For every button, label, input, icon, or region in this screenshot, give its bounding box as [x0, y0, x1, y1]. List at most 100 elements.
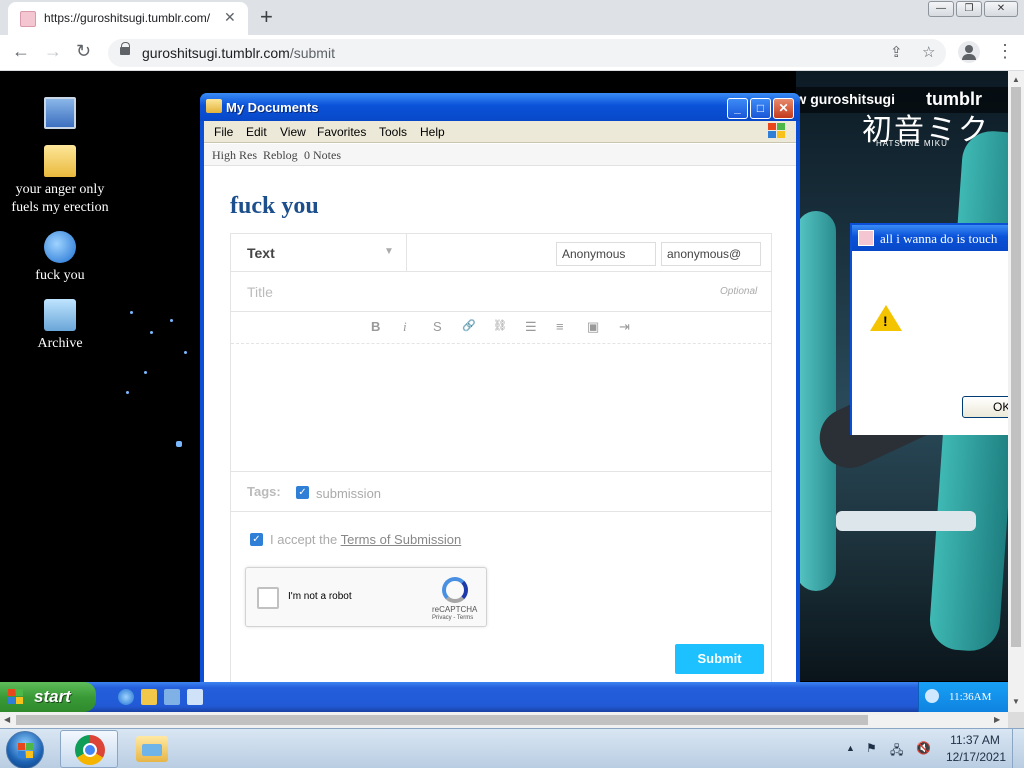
reblog-link[interactable]: Reblog — [263, 148, 298, 163]
lock-icon[interactable] — [120, 42, 130, 57]
ie-quicklaunch-icon[interactable] — [118, 689, 134, 705]
address-bar[interactable]: guroshitsugi.tumblr.com/submit ⇪ ☆ — [108, 39, 946, 67]
desktop-icon-fuck-you[interactable]: fuck you — [5, 231, 115, 285]
share-icon[interactable]: ⇪ — [890, 43, 903, 61]
dialog-title-bar[interactable]: all i wanna do is touch — [852, 225, 1008, 251]
read-more-icon[interactable]: ⇥ — [619, 319, 630, 335]
vertical-scrollbar[interactable]: ▲ ▼ — [1008, 71, 1024, 712]
notes-link[interactable]: 0 Notes — [304, 148, 341, 163]
windows-flag-icon — [8, 689, 24, 705]
desktop-icon-anger[interactable]: your anger only fuels my erection — [5, 145, 115, 217]
favicon-icon — [20, 11, 36, 27]
recaptcha-privacy-links[interactable]: Privacy - Terms — [432, 615, 473, 621]
menu-file[interactable]: File — [214, 125, 233, 139]
start-label: start — [34, 687, 71, 706]
insert-image-icon[interactable]: ▣ — [587, 319, 599, 335]
taskbar-time[interactable]: 11:37 AM — [948, 733, 1002, 747]
scroll-left-icon[interactable]: ◀ — [4, 715, 10, 724]
warning-mark: ! — [883, 313, 888, 329]
dialog-title: all i wanna do is touch — [880, 231, 998, 246]
window-quicklaunch-icon[interactable] — [187, 689, 203, 705]
scroll-down-icon[interactable]: ▼ — [1012, 697, 1020, 706]
desktop-quicklaunch-icon[interactable] — [164, 689, 180, 705]
minimize-button[interactable]: _ — [727, 98, 748, 119]
network-icon[interactable]: 🖧 — [890, 741, 903, 762]
high-res-link[interactable]: High Res — [212, 148, 257, 163]
terms-link[interactable]: Terms of Submission — [341, 532, 462, 547]
taskbar-explorer-button[interactable] — [122, 730, 180, 768]
taskbar-date[interactable]: 12/17/2021 — [944, 750, 1008, 764]
start-orb[interactable] — [6, 731, 44, 768]
reload-button[interactable]: ↻ — [76, 41, 91, 62]
browser-tab[interactable]: https://guroshitsugi.tumblr.com/ ✕ — [8, 2, 248, 35]
unlink-icon[interactable]: ⛓ — [493, 319, 507, 332]
forward-button[interactable]: → — [44, 41, 62, 62]
link-icon[interactable]: 🔗 — [462, 319, 476, 332]
new-tab-button[interactable]: + — [260, 4, 273, 30]
name-field[interactable]: Anonymous — [556, 242, 656, 266]
recaptcha-brand: reCAPTCHA — [432, 605, 478, 614]
horizontal-scroll-thumb[interactable] — [16, 715, 868, 725]
recaptcha-checkbox[interactable] — [257, 587, 279, 609]
close-button[interactable]: ✕ — [773, 98, 794, 119]
bookmark-star-icon[interactable]: ☆ — [922, 43, 935, 61]
tag-checkbox[interactable]: ✓ — [296, 486, 309, 499]
menu-favorites[interactable]: Favorites — [317, 125, 366, 139]
menu-edit[interactable]: Edit — [246, 125, 267, 139]
bullet-list-icon[interactable]: ≡ — [556, 319, 564, 334]
show-desktop-button[interactable] — [1012, 729, 1024, 768]
window-minimize-button[interactable]: — — [928, 1, 954, 17]
italic-button[interactable]: i — [403, 319, 407, 335]
scroll-up-icon[interactable]: ▲ — [1012, 75, 1020, 84]
optional-label: Optional — [720, 286, 758, 297]
desktop-icon-label: your anger only fuels my erection — [11, 182, 109, 215]
tag-submission[interactable]: submission — [316, 486, 381, 501]
scroll-right-icon[interactable]: ▶ — [994, 715, 1000, 724]
screen: https://guroshitsugi.tumblr.com/ ✕ + — ❐… — [0, 0, 1024, 768]
recaptcha-label: I'm not a robot — [288, 591, 352, 602]
accept-terms-checkbox[interactable]: ✓ — [250, 533, 263, 546]
window-body: File Edit View Favorites Tools Help High… — [204, 121, 796, 693]
volume-muted-icon[interactable]: 🔇 — [916, 741, 931, 755]
clock-quicklaunch-icon[interactable] — [141, 689, 157, 705]
chrome-icon — [75, 735, 105, 765]
horizontal-scrollbar[interactable]: ◀ ▶ — [0, 712, 1008, 728]
taskbar-chrome-button[interactable] — [60, 730, 118, 768]
submission-form: Text ▼ Anonymous anonymous@ Title Option… — [230, 233, 772, 693]
ok-button[interactable]: OK — [962, 396, 1008, 418]
format-toolbar: B i S 🔗 ⛓ ☰ ≡ ▣ ⇥ — [231, 312, 771, 344]
numbered-list-icon[interactable]: ☰ — [525, 319, 537, 335]
window-close-button[interactable]: ✕ — [984, 1, 1018, 17]
chevron-down-icon: ▼ — [384, 246, 394, 257]
maximize-button[interactable]: □ — [750, 98, 771, 119]
profile-avatar[interactable] — [958, 41, 980, 63]
window-title-bar[interactable]: My Documents _ □ ✕ — [200, 93, 800, 121]
chrome-menu-icon[interactable]: ⋮ — [996, 41, 1014, 62]
network-icon[interactable] — [925, 689, 939, 703]
window-restore-button[interactable]: ❐ — [956, 1, 982, 17]
menu-tools[interactable]: Tools — [379, 125, 407, 139]
title-input[interactable]: Title — [247, 284, 273, 300]
bold-button[interactable]: B — [371, 319, 380, 334]
vertical-scroll-thumb[interactable] — [1011, 87, 1021, 647]
menu-help[interactable]: Help — [420, 125, 445, 139]
strikethrough-button[interactable]: S — [433, 319, 442, 334]
post-type-select[interactable]: Text ▼ — [231, 234, 407, 272]
warning-dialog: all i wanna do is touch ! OK — [850, 223, 1008, 435]
accept-prefix: I accept the — [270, 532, 341, 547]
submit-button[interactable]: Submit — [675, 644, 764, 674]
action-center-icon[interactable]: ⚑ — [866, 741, 877, 755]
start-button[interactable]: start — [0, 682, 96, 712]
recycle-bin-icon — [44, 299, 76, 331]
email-field[interactable]: anonymous@ — [661, 242, 761, 266]
scroll-corner — [1008, 712, 1024, 728]
body-textarea[interactable] — [231, 344, 771, 472]
menu-view[interactable]: View — [280, 125, 306, 139]
desktop-icon-archive[interactable]: Archive — [5, 299, 115, 353]
tab-close-icon[interactable]: ✕ — [224, 9, 236, 26]
desktop-icon-computer[interactable] — [5, 97, 115, 133]
tags-row: Tags: ✓ submission — [231, 472, 771, 512]
show-hidden-icons[interactable]: ▲ — [846, 743, 855, 753]
back-button[interactable]: ← — [12, 41, 30, 62]
title-row[interactable]: Title Optional — [231, 272, 771, 312]
